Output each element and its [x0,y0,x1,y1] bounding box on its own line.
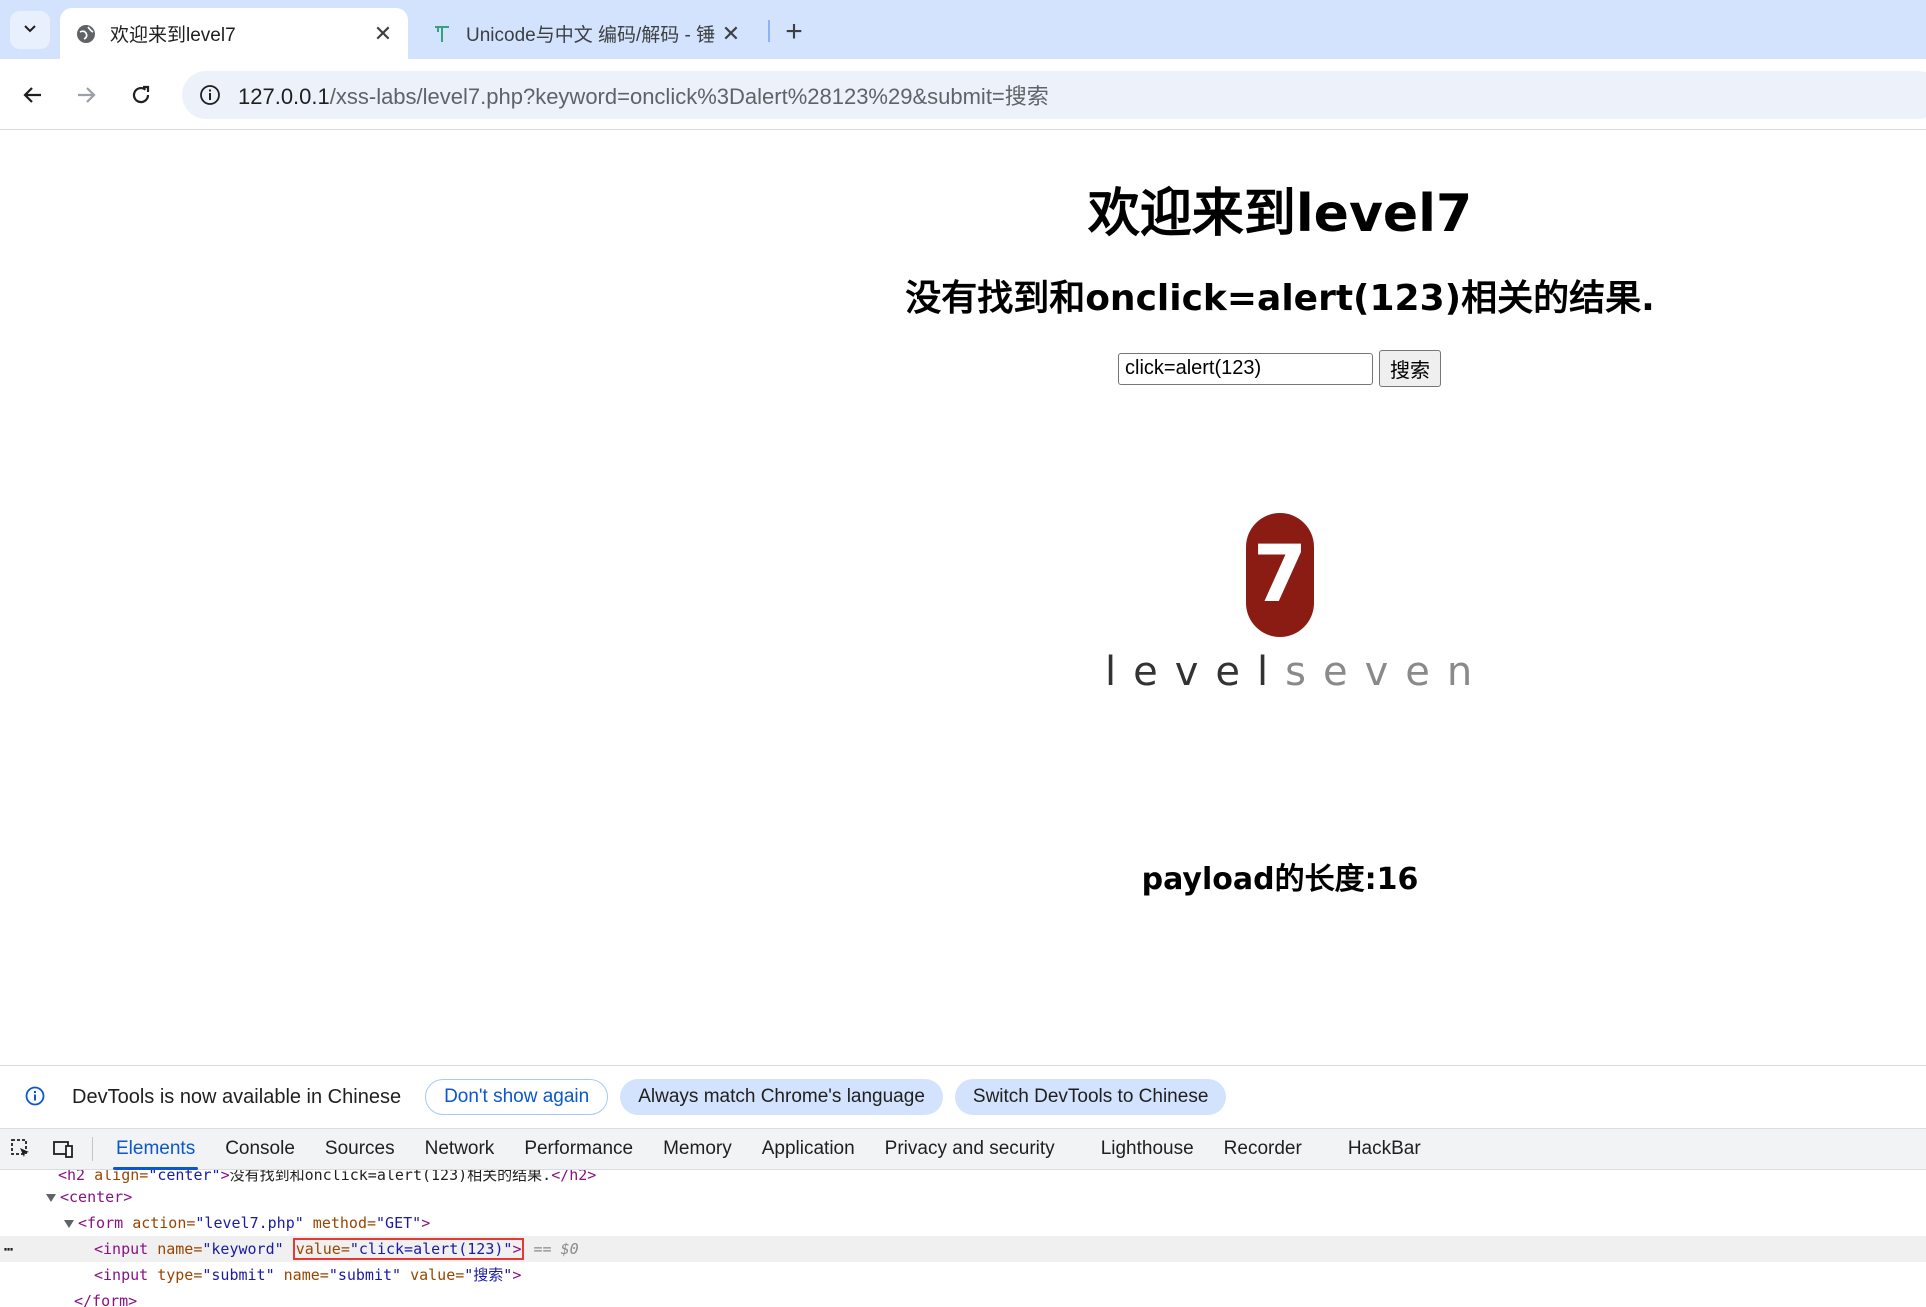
payload-length: payload的长度:16 [1141,862,1419,897]
url-text[interactable]: 127.0.0.1/xss-labs/level7.php?keyword=on… [238,79,1049,111]
address-bar[interactable]: 127.0.0.1/xss-labs/level7.php?keyword=on… [182,71,1926,119]
toolbar-divider [92,1137,93,1161]
devtools-tabbar: Elements Console Sources Network Perform… [0,1128,1926,1170]
device-toolbar-icon[interactable] [42,1128,84,1170]
arrow-left-icon [23,87,41,103]
dom-node-h2[interactable]: <h2 align="center">没有找到和onclick=alert(12… [58,1170,596,1188]
logo-wordmark: levelseven [1105,649,1472,695]
devtools-panel: DevTools is now available in Chinese Don… [0,1065,1926,1307]
reload-button[interactable] [122,76,160,114]
tab-privacy-security[interactable]: Privacy and security [870,1128,1070,1170]
url-path: /xss-labs/level7.php?keyword=onclick%3Da… [329,84,1049,109]
globe-icon [74,22,98,46]
dont-show-again-button[interactable]: Don't show again [425,1079,609,1115]
tab-search-button[interactable] [10,11,50,49]
keyword-input[interactable] [1118,352,1373,385]
tab-title: 欢迎来到level7 [110,25,236,46]
dom-node-form[interactable]: <form action="level7.php" method="GET"> [64,1210,430,1236]
logo-word-light: seven [1285,649,1490,695]
tab-network[interactable]: Network [410,1128,510,1170]
expand-triangle-icon[interactable] [46,1193,56,1202]
submit-button[interactable]: 搜索 [1379,350,1441,387]
browser-toolbar: 127.0.0.1/xss-labs/level7.php?keyword=on… [0,59,1926,130]
expand-triangle-icon[interactable] [64,1219,74,1228]
tab-title: Unicode与中文 编码/解码 - 锤 [466,25,716,46]
dom-node-form-close[interactable]: </form> [74,1288,137,1307]
inspect-element-icon[interactable] [0,1128,42,1170]
tab-recorder[interactable]: Recorder [1209,1128,1317,1170]
back-button[interactable] [14,76,52,114]
logo-word-dark: level [1105,649,1286,695]
tab-sources[interactable]: Sources [310,1128,410,1170]
tab-elements[interactable]: Elements [101,1128,210,1170]
url-host: 127.0.0.1 [238,84,330,109]
tab-separator [768,20,770,42]
tool-favicon-icon [430,22,454,46]
tab-lighthouse[interactable]: Lighthouse [1086,1128,1209,1170]
tab-unicode-tool[interactable]: Unicode与中文 编码/解码 - 锤 ✕ [416,8,756,59]
more-options-icon[interactable]: ⋯ [4,1236,13,1262]
search-form: 搜索 [1118,350,1441,387]
logo-badge: 7 [1246,513,1314,637]
tab-strip: 欢迎来到level7 ✕ Unicode与中文 编码/解码 - 锤 ✕ + [0,0,1926,59]
tab-performance[interactable]: Performance [509,1128,648,1170]
elements-dom-tree: <h2 align="center">没有找到和onclick=alert(12… [0,1170,1926,1307]
close-icon[interactable]: ✕ [716,19,746,49]
tab-memory[interactable]: Memory [648,1128,747,1170]
arrow-right-icon [78,87,96,103]
forward-button[interactable] [67,76,105,114]
new-tab-button[interactable]: + [776,14,812,50]
dom-node-center[interactable]: <center> [46,1184,132,1210]
page-heading: 欢迎来到level7 [1087,184,1473,244]
tab-hackbar[interactable]: HackBar [1333,1128,1436,1170]
dom-node-input-submit[interactable]: <input type="submit" name="submit" value… [94,1262,521,1288]
always-match-language-button[interactable]: Always match Chrome's language [620,1079,943,1115]
close-icon[interactable]: ✕ [368,19,398,49]
info-icon [24,1085,48,1109]
infobar-message: DevTools is now available in Chinese [72,1085,402,1108]
tab-application[interactable]: Application [747,1128,870,1170]
chevron-down-icon [22,20,38,41]
info-icon[interactable] [194,79,226,111]
tab-level7[interactable]: 欢迎来到level7 ✕ [60,8,408,59]
tab-console[interactable]: Console [210,1128,310,1170]
reload-icon [132,85,150,104]
highlight-box: value="click=alert(123)"> [292,1238,525,1260]
devtools-infobar: DevTools is now available in Chinese Don… [0,1066,1926,1128]
dom-node-input-keyword[interactable]: ⋯ <input name="keyword" value="click=ale… [0,1236,1926,1262]
level-seven-logo: 7 levelseven [1105,513,1472,703]
result-message: 没有找到和onclick=alert(123)相关的结果. [905,278,1655,319]
page-content: 欢迎来到level7 没有找到和onclick=alert(123)相关的结果.… [0,131,1926,1065]
switch-devtools-chinese-button[interactable]: Switch DevTools to Chinese [954,1079,1227,1115]
